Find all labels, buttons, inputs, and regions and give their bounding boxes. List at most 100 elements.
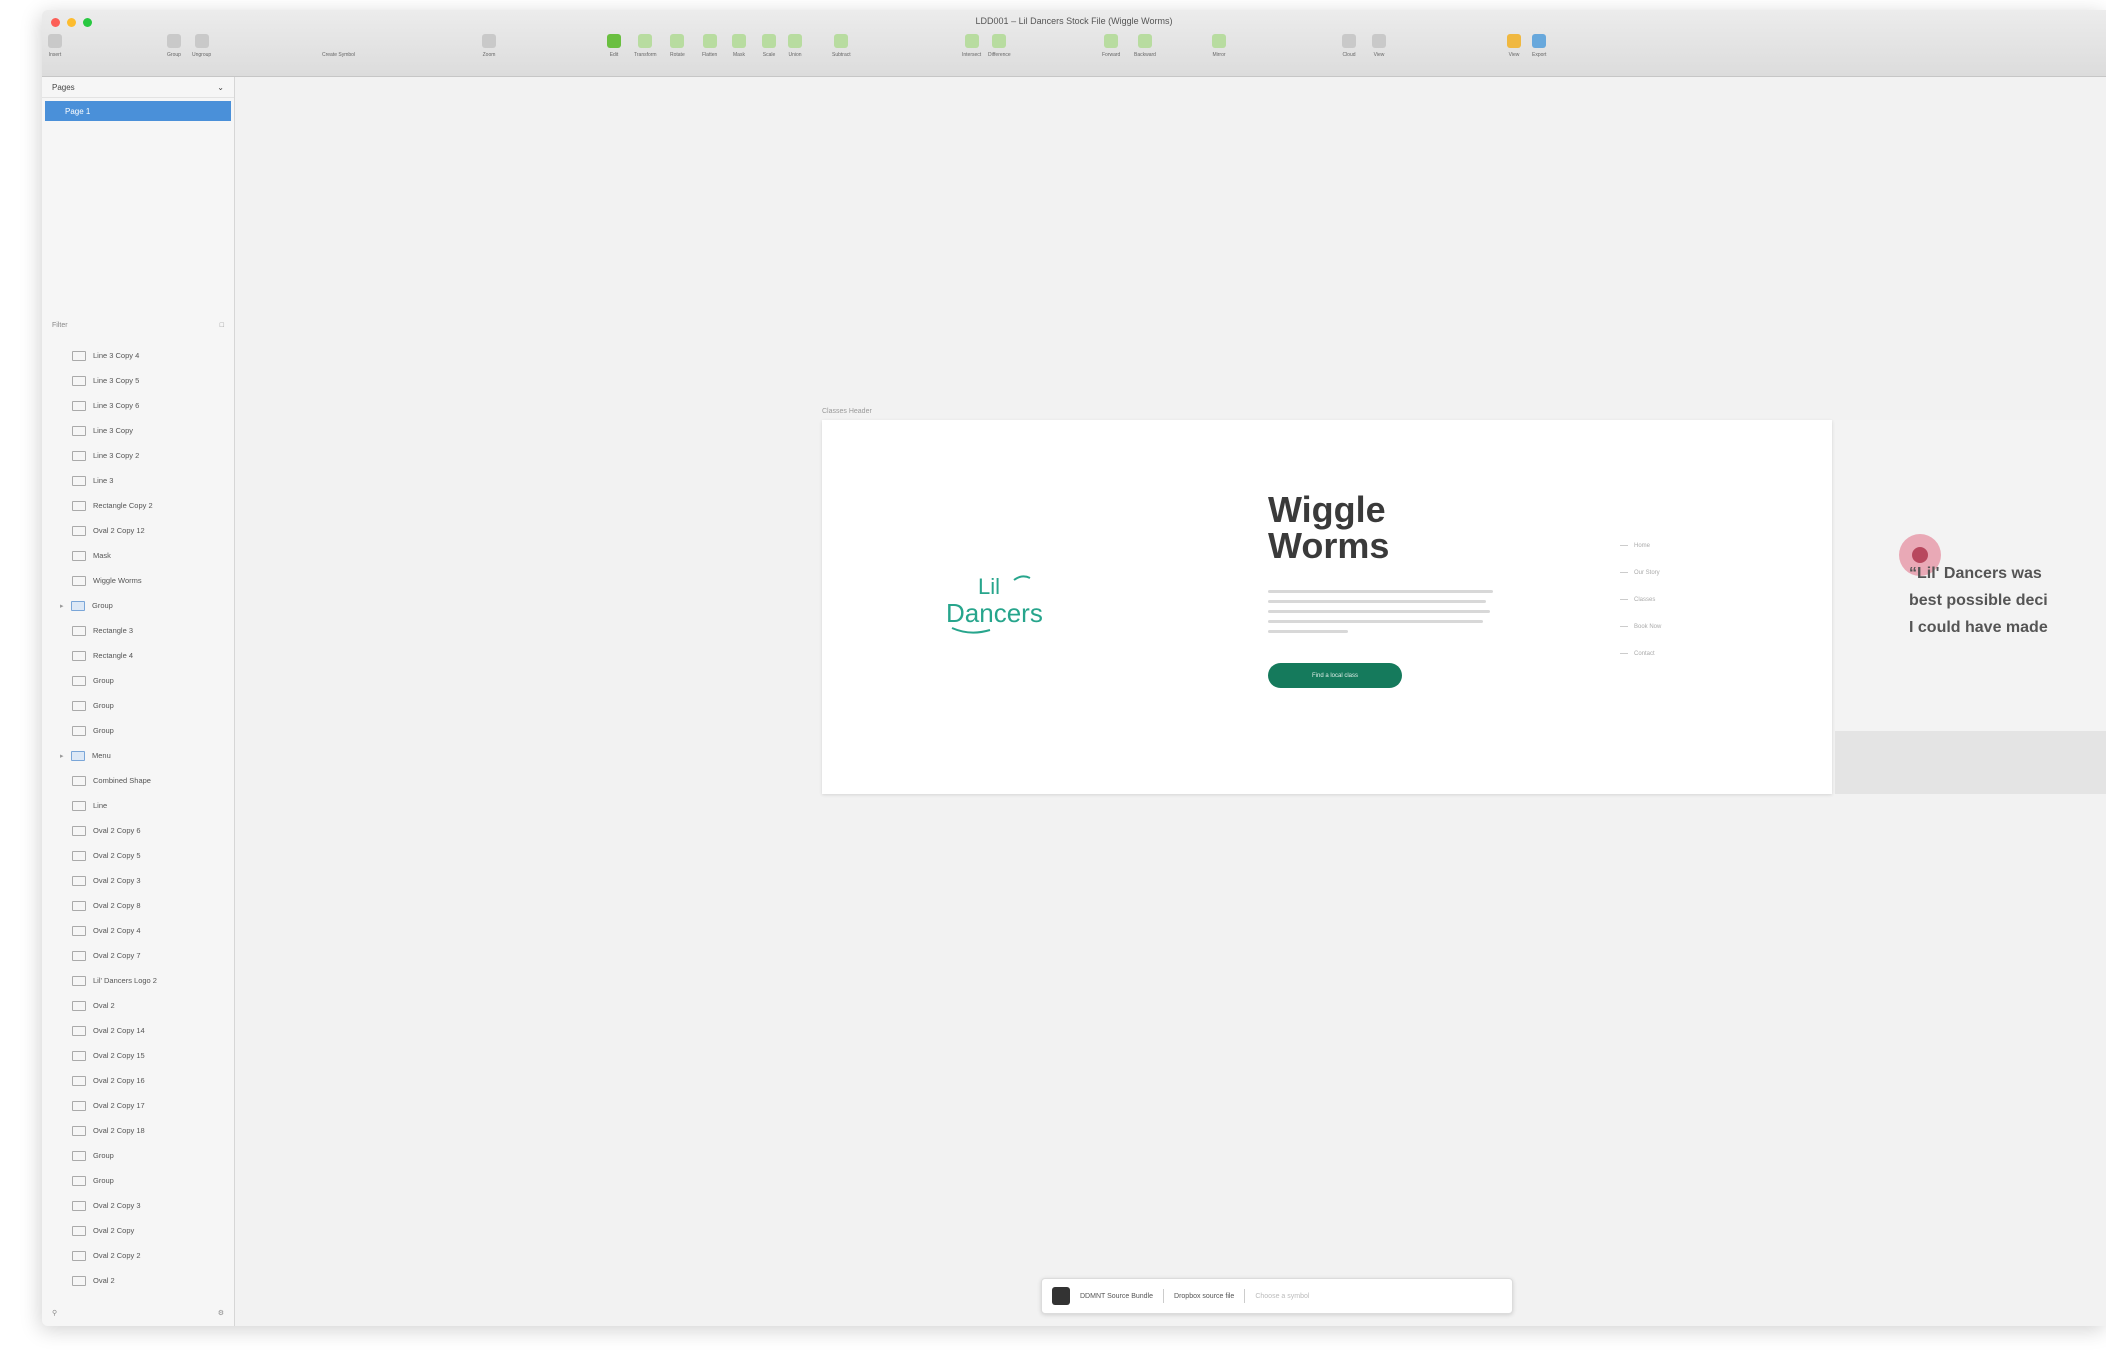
layer-row[interactable]: Oval 2 Copy 3 — [42, 1193, 234, 1218]
shape-layer-icon — [72, 775, 86, 786]
chevron-down-icon[interactable]: ⌄ — [217, 83, 224, 92]
artboard-testimonial[interactable]: “Lil' Dancers was best possible deci I c… — [1835, 420, 2106, 794]
nav-menu: Home Our Story Classes Book Now Contact — [1620, 532, 1661, 667]
mask-button[interactable]: Mask — [732, 34, 746, 58]
difference-button[interactable]: Difference — [988, 34, 1011, 58]
layer-row[interactable]: Oval 2 Copy 3 — [42, 868, 234, 893]
view-button[interactable]: View — [1372, 34, 1386, 58]
add-page-icon[interactable]: □ — [220, 322, 224, 329]
nav-menu-item[interactable]: Our Story — [1620, 559, 1661, 586]
layer-name: Oval 2 — [93, 1001, 115, 1010]
shape-layer-icon — [72, 925, 86, 936]
layer-row[interactable]: Rectangle Copy 2 — [42, 493, 234, 518]
layer-row[interactable]: Group — [42, 718, 234, 743]
layer-row[interactable]: Line 3 Copy 6 — [42, 393, 234, 418]
layer-row[interactable]: Line 3 — [42, 468, 234, 493]
subtract-button[interactable]: Subtract — [832, 34, 851, 58]
layers-sidebar: Pages ⌄ Page 1 Filter □ Line 3 Copy 4 Lin… — [42, 77, 235, 1326]
layer-row[interactable]: ▸ Group — [42, 593, 234, 618]
find-class-button[interactable]: Find a local class — [1268, 663, 1402, 688]
layer-row[interactable]: Wiggle Worms — [42, 568, 234, 593]
testimonial-quote: “Lil' Dancers was best possible deci I c… — [1909, 565, 2048, 636]
body-text-line — [1268, 600, 1486, 603]
forward-button[interactable]: Forward — [1102, 34, 1120, 58]
layer-row[interactable]: Line 3 Copy 4 — [42, 343, 234, 368]
filter-icon[interactable]: ⚲ — [52, 1309, 57, 1317]
layer-row[interactable]: Line 3 Copy 2 — [42, 443, 234, 468]
export-button[interactable]: Export — [1532, 34, 1546, 58]
nav-menu-item[interactable]: Contact — [1620, 640, 1661, 667]
insert-button[interactable]: Insert — [48, 34, 62, 58]
flatten-button[interactable]: Flatten — [702, 34, 717, 58]
layer-row[interactable]: Oval 2 Copy — [42, 1218, 234, 1243]
disclosure-triangle-icon[interactable]: ▸ — [60, 602, 68, 610]
layer-row[interactable]: ▸ Menu — [42, 743, 234, 768]
symbol-picker[interactable]: Choose a symbol — [1255, 1293, 1309, 1300]
layer-row[interactable]: Oval 2 Copy 8 — [42, 893, 234, 918]
group-button[interactable]: Group — [167, 34, 181, 58]
layer-row[interactable]: Lil' Dancers Logo 2 — [42, 968, 234, 993]
layer-name: Group — [93, 1176, 114, 1185]
layer-row[interactable]: Oval 2 Copy 14 — [42, 1018, 234, 1043]
symbol-override-bar[interactable]: DDMNT Source Bundle Dropbox source file … — [1041, 1278, 1513, 1314]
transform-button[interactable]: Transform — [634, 34, 657, 58]
layer-row[interactable]: Mask — [42, 543, 234, 568]
layer-row[interactable]: Line — [42, 793, 234, 818]
layer-row[interactable]: Oval 2 Copy 6 — [42, 818, 234, 843]
nav-menu-item[interactable]: Home — [1620, 532, 1661, 559]
shape-layer-icon — [72, 1100, 86, 1111]
override-value[interactable]: Dropbox source file — [1174, 1293, 1234, 1300]
canvas[interactable]: Classes Header Lil Dancers Wiggle Worms … — [235, 77, 2106, 1326]
layer-options-icon[interactable]: ⚙ — [218, 1309, 224, 1317]
ungroup-button[interactable]: Ungroup — [192, 34, 211, 58]
layer-row[interactable]: Oval 2 Copy 16 — [42, 1068, 234, 1093]
layer-row[interactable]: Rectangle 3 — [42, 618, 234, 643]
intersect-button[interactable]: Intersect — [962, 34, 981, 58]
layer-name: Oval 2 Copy 8 — [93, 901, 141, 910]
layer-row[interactable]: Oval 2 — [42, 993, 234, 1018]
artboard-title[interactable]: Classes Header — [822, 408, 872, 415]
layer-name: Menu — [92, 751, 111, 760]
mirror-button[interactable]: Mirror — [1212, 34, 1226, 58]
backward-button[interactable]: Backward — [1134, 34, 1156, 58]
layer-row[interactable]: Combined Shape — [42, 768, 234, 793]
layer-row[interactable]: Group — [42, 1143, 234, 1168]
layer-row[interactable]: Oval 2 Copy 18 — [42, 1118, 234, 1143]
rotate-button[interactable]: Rotate — [670, 34, 685, 58]
layer-row[interactable]: Oval 2 Copy 12 — [42, 518, 234, 543]
nav-menu-item[interactable]: Book Now — [1620, 613, 1661, 640]
disclosure-triangle-icon[interactable]: ▸ — [60, 752, 68, 760]
layer-row[interactable]: Oval 2 Copy 15 — [42, 1043, 234, 1068]
layer-row[interactable]: Oval 2 Copy 7 — [42, 943, 234, 968]
layer-row[interactable]: Oval 2 Copy 2 — [42, 1243, 234, 1268]
menu-bullet — [1620, 572, 1628, 573]
flatten-icon — [702, 34, 717, 48]
layer-row[interactable]: Line 3 Copy 5 — [42, 368, 234, 393]
cloud-button[interactable]: Cloud — [1342, 34, 1356, 58]
page-item-selected[interactable]: Page 1 — [45, 101, 231, 121]
layer-row[interactable]: Oval 2 Copy 17 — [42, 1093, 234, 1118]
scale-button[interactable]: Scale — [762, 34, 776, 58]
layer-row[interactable]: Oval 2 — [42, 1268, 234, 1293]
artboard-classes-header[interactable]: Lil Dancers Wiggle Worms Find a local cl… — [822, 420, 1832, 794]
nav-menu-item[interactable]: Classes — [1620, 586, 1661, 613]
layers-filter-label: Filter — [52, 321, 68, 329]
layer-row[interactable]: Rectangle 4 — [42, 643, 234, 668]
layer-row[interactable]: Line 3 Copy — [42, 418, 234, 443]
pages-header[interactable]: Pages ⌄ — [42, 77, 234, 98]
layer-row[interactable]: Group — [42, 693, 234, 718]
symbol-name[interactable]: DDMNT Source Bundle — [1080, 1293, 1153, 1300]
edit-button[interactable]: Edit — [607, 34, 621, 58]
union-button[interactable]: Union — [788, 34, 802, 58]
mirror-preview-button[interactable]: View — [1507, 34, 1521, 58]
text-layer-icon — [72, 700, 86, 711]
layer-row[interactable]: Group — [42, 1168, 234, 1193]
create-symbol-button[interactable]: Create Symbol — [322, 34, 355, 58]
layer-row[interactable]: Group — [42, 668, 234, 693]
shape-layer-icon — [72, 850, 86, 861]
layer-row[interactable]: Oval 2 Copy 4 — [42, 918, 234, 943]
nav-menu-label: Our Story — [1634, 569, 1660, 576]
layer-row[interactable]: Oval 2 Copy 5 — [42, 843, 234, 868]
difference-icon — [992, 34, 1007, 48]
zoom-button[interactable]: Zoom — [482, 34, 496, 58]
